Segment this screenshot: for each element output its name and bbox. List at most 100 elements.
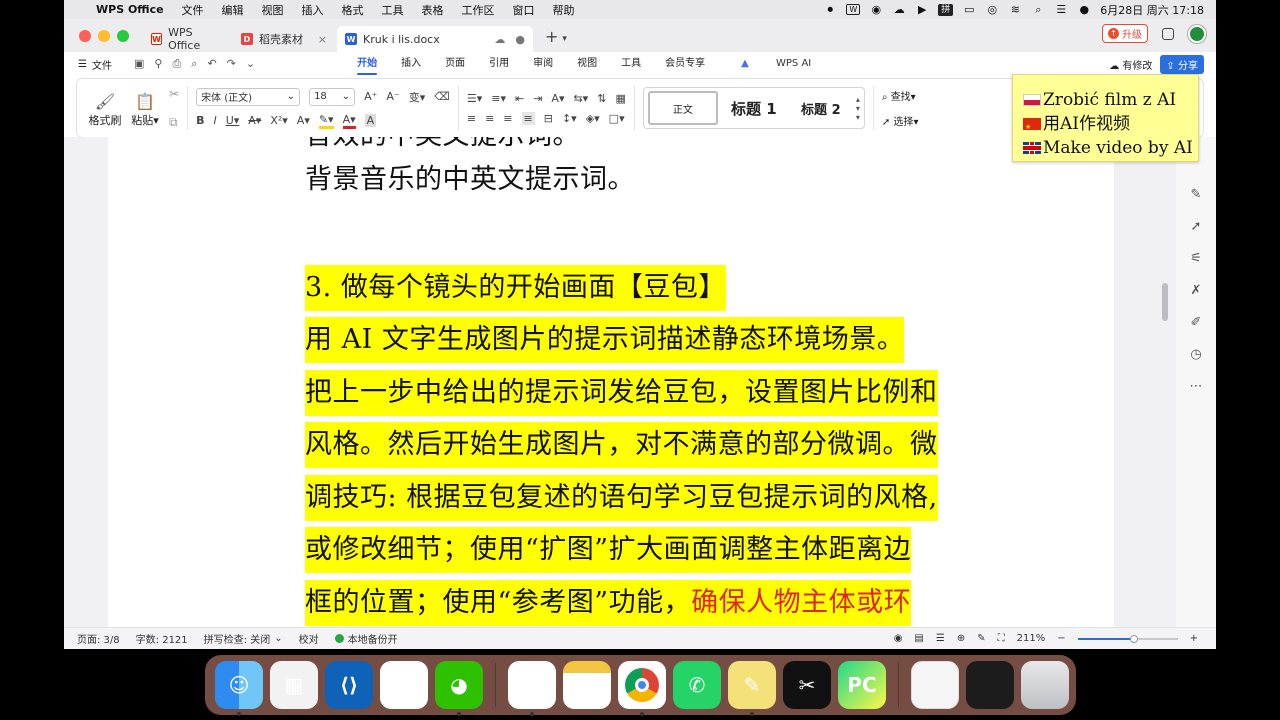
cloud-sync-icon[interactable]: ☁ [494,33,505,46]
numbered-list-icon[interactable]: ≡▾ [491,92,506,105]
avatar[interactable] [1188,24,1206,43]
font-size-select[interactable]: 18 ⌄ [309,87,356,106]
trash-icon[interactable] [1021,661,1069,709]
wechat-status-icon[interactable]: ◉ [869,3,883,16]
expand-icon[interactable]: ▾ [856,113,860,122]
tab-page[interactable]: 页面 [433,52,477,76]
menu-view[interactable]: 视图 [253,2,293,18]
new-tab-dropdown-icon[interactable]: ▾ [562,34,567,44]
safari-icon[interactable]: ✧ [380,661,428,709]
new-tab-button[interactable]: + [545,27,558,46]
zoom-out-icon[interactable]: − [1057,633,1065,644]
bullet-list-icon[interactable]: ☰▾ [467,92,482,105]
file-menu-button[interactable]: ☰ 文件 [64,57,124,72]
spellcheck-toggle[interactable]: 拼写检查: 关闭 ⌄ [204,631,283,646]
select-button[interactable]: ➚ 选择▾ [882,113,919,128]
control-center-icon[interactable]: ☰ [1054,3,1068,16]
page-indicator[interactable]: 页面: 3/8 [77,631,120,646]
style-normal[interactable]: 正文 [647,91,718,125]
page-view-icon[interactable]: ▤ [914,633,923,644]
clear-format-icon[interactable]: ⌫ [434,90,450,103]
align-right-icon[interactable]: ≡ [503,112,512,125]
backup-status[interactable]: 本地备份开 [334,631,398,646]
copy-icon[interactable]: ⧉ [169,115,179,130]
style-heading-2[interactable]: 标题 2 [790,91,852,125]
tab-view[interactable]: 视图 [565,52,609,76]
capcut-icon[interactable]: ✂ [783,661,831,709]
tab-document[interactable]: W Kruk i lis.docx ☁ ● [337,26,533,52]
sort-icon[interactable]: ⇅ [597,92,606,105]
bold-icon[interactable]: B [196,114,204,127]
shading-icon[interactable]: ◈▾ [586,112,600,125]
pycharm-icon[interactable]: PC [838,661,886,709]
tab-home[interactable]: 开始 [345,52,389,76]
recent-window-preview-icon[interactable] [966,661,1014,709]
redo-icon[interactable]: ↷ [227,57,236,71]
menu-tools[interactable]: 工具 [373,2,413,18]
asian-layout-icon[interactable]: A▾ [551,92,564,105]
notes-icon[interactable]: ≡ [563,661,611,709]
show-marks-icon[interactable]: ▦ [615,92,625,105]
format-painter-button[interactable]: 🖌 格式刷 [85,88,125,128]
save-icon[interactable]: ▣ [134,57,144,71]
menu-workspace[interactable]: 工作区 [453,2,504,18]
window-mode-icon[interactable] [1162,27,1174,40]
menu-format[interactable]: 格式 [333,2,373,18]
zoom-slider-thumb[interactable] [1129,634,1138,643]
paste-button[interactable]: 📋 粘贴▾ [125,88,165,128]
highlight-color-icon[interactable]: ✎▾ [318,113,334,129]
superscript-icon[interactable]: X²▾ [270,114,287,127]
user-icon[interactable]: ◎ [985,3,999,16]
tab-tools[interactable]: 工具 [609,52,653,76]
minimize-window-button[interactable] [98,30,110,42]
launchpad-icon[interactable]: ▦ [270,661,318,709]
menu-window[interactable]: 窗口 [504,2,544,18]
distributed-icon[interactable]: ⊟ [544,112,553,125]
chevron-down-icon[interactable]: ▾ [856,104,860,113]
shrink-font-icon[interactable]: A⁻ [386,90,399,103]
phonetic-guide-icon[interactable]: 变▾ [409,89,426,105]
upgrade-button[interactable]: ↑ 升级 [1102,24,1148,43]
borders-icon[interactable]: □▾ [609,112,625,125]
grow-font-icon[interactable]: A⁺ [364,90,377,103]
print-preview-icon[interactable]: ⌕ [191,57,197,71]
adjust-icon[interactable]: ⚟ [1190,251,1202,266]
eye-icon[interactable]: ◉ [894,633,903,644]
search-icon[interactable]: ⌕ [1031,3,1045,16]
font-name-select[interactable]: 宋体 (正文) ⌄ [196,87,301,106]
text-effect-icon[interactable]: A▾ [297,114,310,127]
align-center-icon[interactable]: ≡ [485,112,494,125]
menu-table[interactable]: 表格 [413,2,453,18]
proofread-button[interactable]: 校对 [299,631,319,646]
battery-icon[interactable]: ▭ [962,3,976,16]
font-color-icon[interactable]: A▾ [342,113,356,129]
outline-view-icon[interactable]: ☰ [936,633,945,644]
vertical-scrollbar[interactable] [1162,283,1168,321]
menu-app-name[interactable]: WPS Office [92,3,173,16]
zoom-level[interactable]: 211% [1017,633,1046,644]
close-tab-icon[interactable]: × [318,33,327,46]
siri-icon[interactable]: ● [1077,3,1091,16]
wps-office-icon[interactable]: W [508,661,556,716]
tab-member[interactable]: 会员专享 [653,52,717,76]
edit-icon[interactable]: ✎ [1191,187,1202,202]
cut-icon[interactable]: ✂ [169,87,179,101]
tab-docer[interactable]: D 稻壳素材 × [233,26,335,52]
decrease-indent-icon[interactable]: ⇤ [515,92,524,105]
align-left-icon[interactable]: ≡ [467,112,476,125]
chevron-up-icon[interactable]: ▴ [856,95,860,104]
vscode-icon[interactable]: ⟨⟩ [325,661,373,709]
style-heading-1[interactable]: 标题 1 [722,91,786,125]
web-view-icon[interactable]: ⊕ [957,633,965,644]
undo-icon[interactable]: ↶ [207,57,216,71]
finder-icon[interactable]: ☺ [215,661,263,716]
play-icon[interactable]: ▶ [915,3,929,16]
word-count[interactable]: 字数: 2121 [136,631,188,646]
more-icon[interactable]: ⋯ [1190,379,1203,394]
tab-references[interactable]: 引用 [477,52,521,76]
zoom-slider[interactable] [1077,634,1178,643]
document-page[interactable]: 音效的中英文提示词。 背景音乐的中英文提示词。 3. 做每个镜头的开始画面【豆包… [108,137,1114,627]
tab-wps-ai[interactable]: ▲ WPS AI [717,52,835,76]
italic-icon[interactable]: I [213,114,216,127]
increase-indent-icon[interactable]: ⇥ [533,92,542,105]
